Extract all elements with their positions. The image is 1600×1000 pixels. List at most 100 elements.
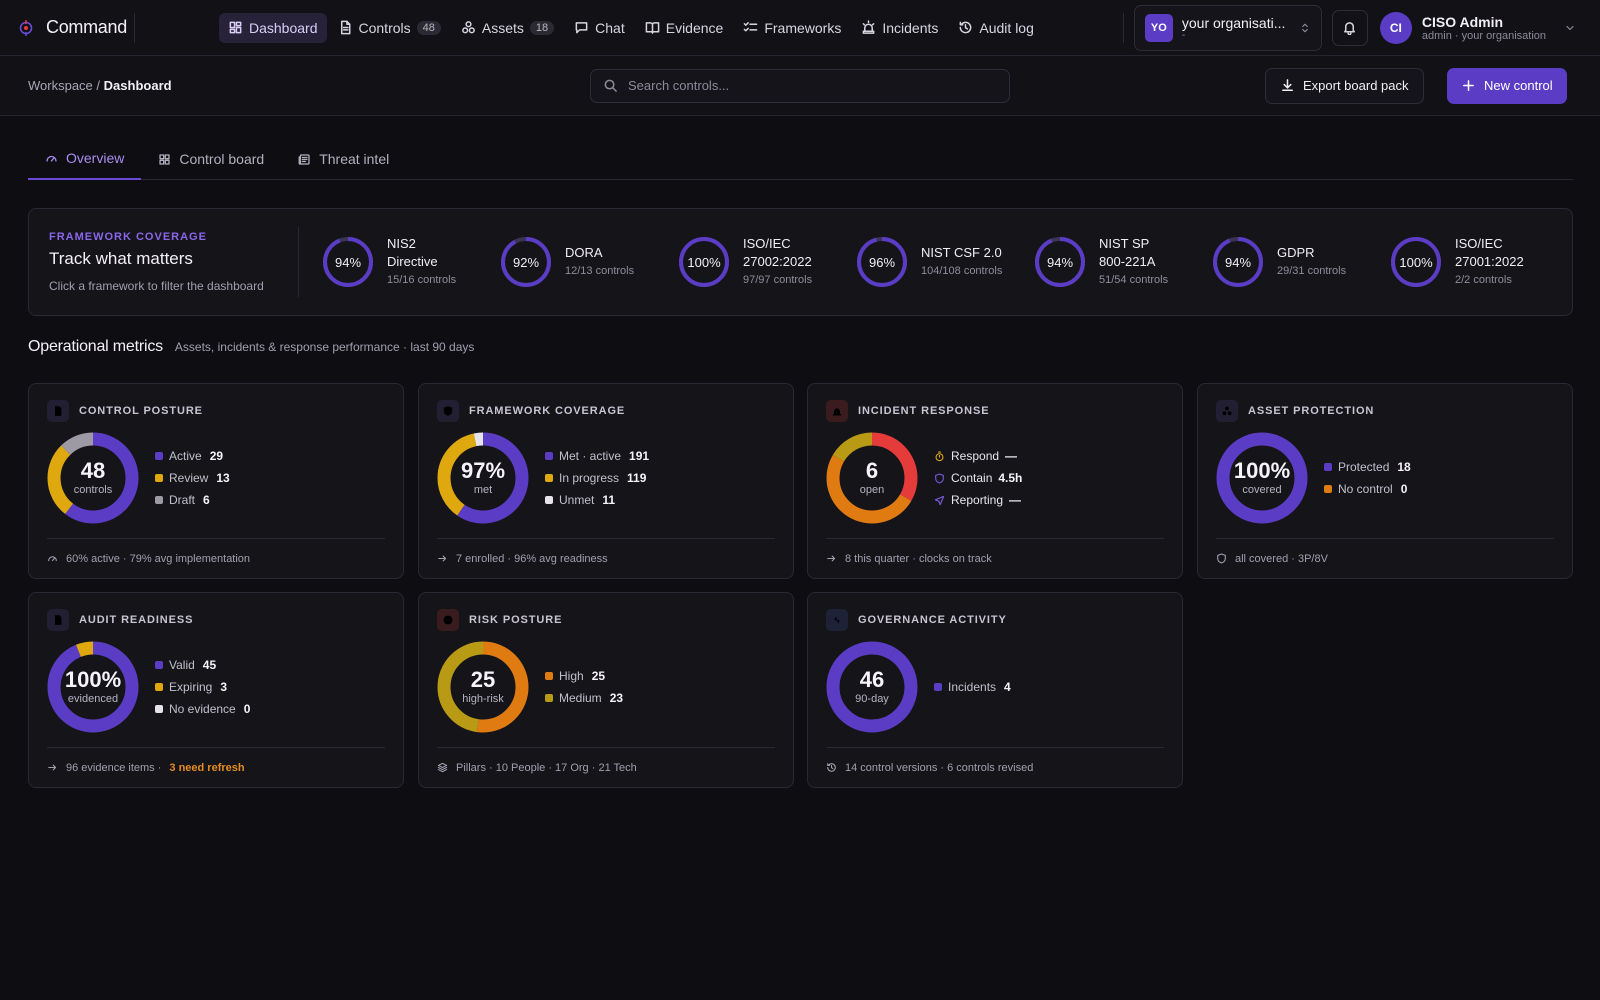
search-box[interactable]: [590, 68, 1010, 103]
legend-label: Active: [169, 449, 202, 463]
history-icon: [826, 762, 837, 773]
download-icon: [1280, 78, 1295, 93]
legend-swatch: [155, 661, 163, 669]
donut-chart: 25 high-risk: [437, 641, 529, 733]
framework-progress-ring: 92%: [499, 235, 553, 289]
card-title: AUDIT READINESS: [79, 614, 194, 626]
arrow-right-icon: [826, 553, 837, 564]
section-title: Operational metrics: [28, 338, 163, 355]
card-title: FRAMEWORK COVERAGE: [469, 405, 626, 417]
metric-card-audit-readiness[interactable]: AUDIT READINESS 100% evidenced Valid 45 Expir…: [28, 592, 404, 788]
framework-item[interactable]: 92% DORA 12/13 controls: [499, 235, 677, 289]
donut-chart: 97% met: [437, 432, 529, 524]
org-switcher[interactable]: YO your organisati... -: [1133, 4, 1322, 51]
legend-item: Met · active 191: [545, 449, 649, 463]
card-title: RISK POSTURE: [469, 614, 563, 626]
incident-stage: Reporting —: [934, 493, 1022, 507]
legend-label: In progress: [559, 471, 620, 485]
stage-label: Contain: [951, 471, 993, 485]
framework-item[interactable]: 94% NIST SP 800-221A 51/54 controls: [1033, 235, 1211, 289]
legend-swatch: [155, 496, 163, 504]
new-control-label: New control: [1484, 78, 1553, 93]
framework-name: NIS2 Directive: [387, 235, 456, 271]
grid-icon: [158, 153, 171, 166]
bell-icon: [1342, 20, 1357, 35]
search-icon: [603, 78, 618, 93]
nav-item-label: Assets: [481, 19, 524, 36]
export-board-pack-button[interactable]: Export board pack: [1265, 67, 1424, 104]
framework-coverage-title: Track what matters: [49, 249, 193, 268]
donut-center-value: 100%: [64, 667, 122, 692]
incident-stage: Respond —: [934, 449, 1022, 463]
tab-overview[interactable]: Overview: [28, 138, 142, 180]
search-input[interactable]: [628, 78, 997, 93]
framework-name-line: NIST CSF 2.0: [921, 245, 1002, 260]
framework-item[interactable]: 94% GDPR 29/31 controls: [1211, 235, 1389, 289]
notifications-button[interactable]: [1331, 9, 1368, 46]
nav-item-label: Evidence: [665, 19, 724, 36]
stage-value: —: [1009, 493, 1022, 507]
stage-value: —: [1005, 449, 1018, 463]
donut-center-label: high-risk: [462, 693, 504, 705]
nav-item-assets[interactable]: Assets 18: [452, 13, 563, 43]
legend-label: Medium: [559, 691, 602, 705]
metric-card-incident-response[interactable]: INCIDENT RESPONSE 6 open Respond — Contain 4.5…: [807, 383, 1183, 579]
legend-label: No control: [1338, 482, 1393, 496]
framework-name: ISO/IEC 27002:2022: [743, 235, 812, 271]
nav-item-count: 18: [529, 20, 555, 35]
metric-card-risk-posture[interactable]: RISK POSTURE 25 high-risk High 25 Medium 23 Pil…: [418, 592, 794, 788]
framework-item[interactable]: 96% NIST CSF 2.0 104/108 controls: [855, 235, 1033, 289]
breadcrumb-root[interactable]: Workspace: [28, 78, 93, 93]
user-menu[interactable]: CI CISO Admin admin · your organisation: [1379, 11, 1576, 44]
org-name: your organisati...: [1181, 14, 1286, 31]
document-icon: [47, 609, 69, 631]
legend-value: 119: [627, 471, 647, 485]
gauge-icon: [45, 152, 58, 165]
document-icon: [47, 400, 69, 422]
new-control-button[interactable]: New control: [1447, 67, 1567, 104]
legend-value: 3: [220, 680, 228, 694]
nav-item-dashboard[interactable]: Dashboard: [219, 12, 327, 43]
tab-control-board[interactable]: Control board: [141, 138, 281, 180]
donut-center-value: 48: [80, 458, 106, 483]
siren-icon: [861, 20, 876, 35]
org-avatar: YO: [1144, 13, 1173, 42]
framework-controls: 97/97 controls: [743, 274, 813, 286]
nav-item-audit-log[interactable]: Audit log: [949, 13, 1042, 43]
nav-item-chat[interactable]: Chat: [565, 13, 634, 43]
nav-item-evidence[interactable]: Evidence: [636, 13, 733, 43]
metric-card-control-posture[interactable]: CONTROL POSTURE 48 controls Active 29 Review 1…: [28, 383, 404, 579]
metric-card-asset-protection[interactable]: ASSET PROTECTION 100% covered Protected 18 No…: [1197, 383, 1573, 579]
legend-swatch: [545, 672, 553, 680]
metric-card-governance-activity[interactable]: GOVERNANCE ACTIVITY 46 90-day Incidents 4 14 …: [807, 592, 1183, 788]
card-footer-warning[interactable]: 3 need refresh: [169, 762, 244, 774]
activity-icon: [826, 609, 848, 631]
history-icon: [958, 20, 973, 35]
framework-item[interactable]: 100% ISO/IEC 27002:2022 97/97 controls: [677, 235, 855, 289]
nav-item-label: Incidents: [882, 19, 939, 36]
metric-card-framework-coverage[interactable]: FRAMEWORK COVERAGE 97% met Met · active 191 I…: [418, 383, 794, 579]
framework-item[interactable]: 100% ISO/IEC 27001:2022 2/2 controls: [1389, 235, 1567, 289]
nav-item-incidents[interactable]: Incidents: [852, 13, 947, 43]
legend-value: 13: [216, 471, 230, 485]
gauge-icon: [47, 553, 58, 564]
legend-item: Active 29: [155, 449, 230, 463]
framework-name-line: ISO/IEC: [743, 236, 791, 251]
card-footer-text: 7 enrolled · 96% avg readiness: [456, 552, 608, 565]
brand[interactable]: Command: [0, 12, 135, 43]
framework-name-line: Directive: [387, 254, 438, 269]
legend-label: No evidence: [169, 702, 236, 716]
framework-controls: 15/16 controls: [387, 274, 457, 286]
legend-item: High 25: [545, 669, 623, 683]
incident-stages: Respond — Contain 4.5h Reporting —: [934, 449, 1022, 507]
legend-swatch: [545, 496, 553, 504]
nav-item-frameworks[interactable]: Frameworks: [734, 13, 850, 43]
donut-legend: Incidents 4: [934, 680, 1011, 694]
siren-icon: [826, 400, 848, 422]
card-footer: Pillars · 10 People · 17 Org · 21 Tech: [437, 747, 775, 787]
tab-threat-intel[interactable]: Threat intel: [281, 138, 406, 180]
framework-coverage-kicker: FRAMEWORK COVERAGE: [49, 231, 207, 243]
nav-item-controls[interactable]: Controls 48: [329, 13, 450, 43]
framework-name-line: 27001:2022: [1455, 254, 1524, 269]
framework-item[interactable]: 94% NIS2 Directive 15/16 controls: [321, 235, 499, 289]
